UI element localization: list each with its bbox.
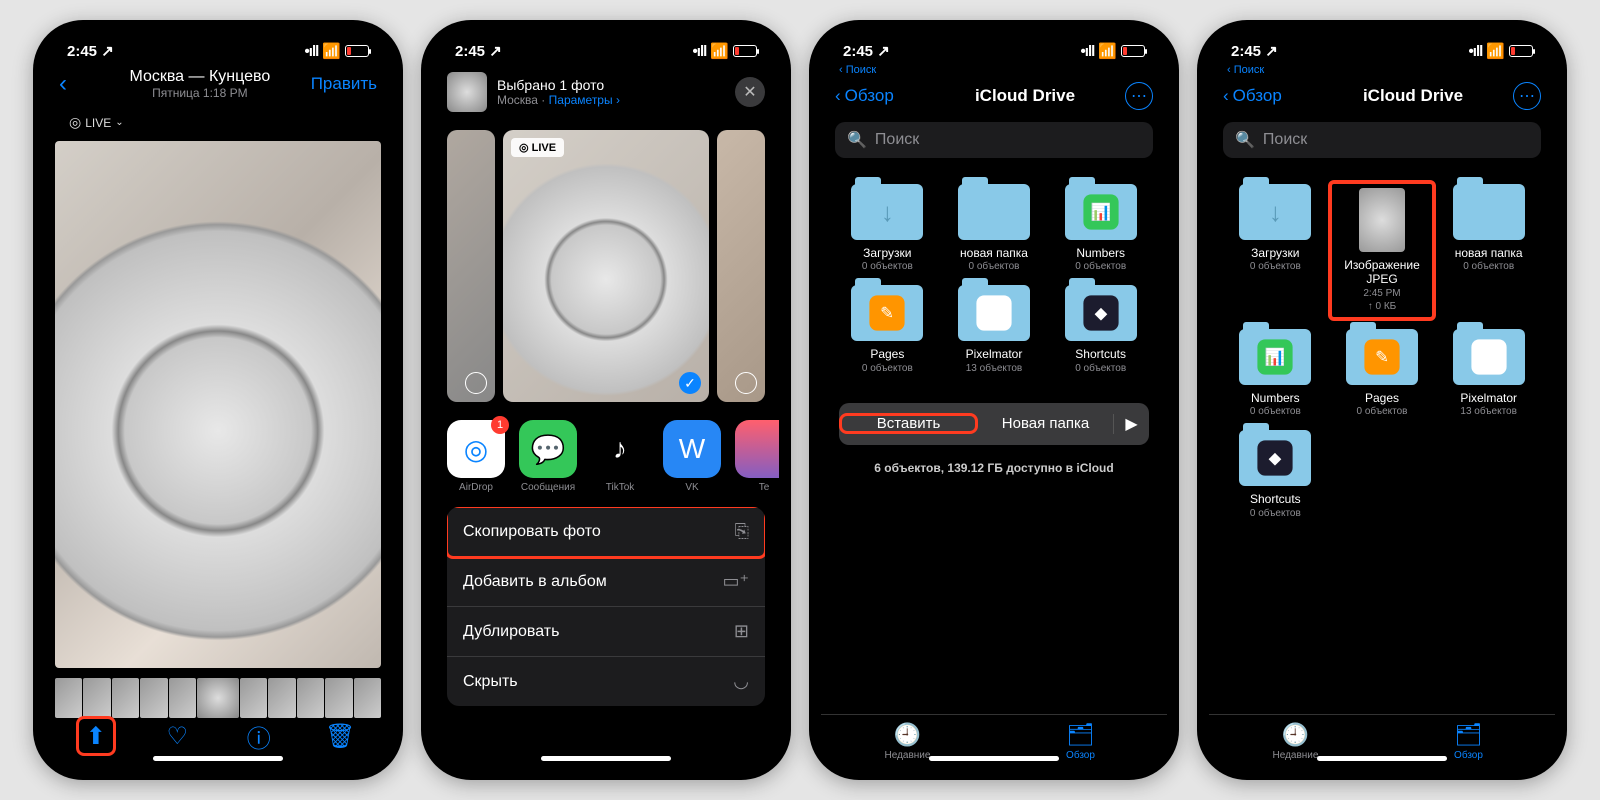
file-item[interactable]: новая папка0 объектов xyxy=(1438,184,1539,317)
close-icon[interactable]: ✕ xyxy=(735,77,765,107)
file-item[interactable]: ↓Загрузки0 объектов xyxy=(837,184,938,273)
share-app-tiktok[interactable]: ♪TikTok xyxy=(591,420,649,493)
back-chevron-icon[interactable]: ‹ xyxy=(59,70,89,98)
file-item[interactable]: Изображение JPEG2:45 PM↑ 0 КБ xyxy=(1332,184,1433,317)
paste-button[interactable]: Вставить xyxy=(841,415,976,432)
file-item[interactable]: 📊Numbers0 объектов xyxy=(1050,184,1151,273)
action-row[interactable]: Скрыть◡ xyxy=(447,657,765,706)
file-grid: ↓Загрузки0 объектовновая папка0 объектов… xyxy=(821,166,1167,393)
file-item[interactable]: 📊Numbers0 объектов xyxy=(1225,329,1326,418)
sheet-title: Выбрано 1 фото Москва · Параметры › xyxy=(497,77,725,107)
back-button[interactable]: ‹ Обзор xyxy=(1223,86,1313,106)
share-app-airdrop[interactable]: ◎1AirDrop xyxy=(447,420,505,493)
thumbnail-strip[interactable] xyxy=(55,678,381,718)
breadcrumb[interactable]: ‹ Поиск xyxy=(821,62,1167,78)
selected-check-icon[interactable]: ✓ xyxy=(679,372,701,394)
context-menu: Вставить Новая папка ▶ xyxy=(839,403,1149,445)
back-button[interactable]: ‹ Обзор xyxy=(835,86,925,106)
new-folder-button[interactable]: Новая папка xyxy=(978,415,1113,432)
page-title: iCloud Drive xyxy=(1313,86,1513,106)
live-badge: ◎ LIVE xyxy=(511,138,564,157)
file-item[interactable]: ◆Shortcuts0 объектов xyxy=(1050,285,1151,374)
file-item[interactable]: ◆Shortcuts0 объектов xyxy=(1225,430,1326,519)
share-apps-row: ◎1AirDrop💬Сообщения♪TikTokWVKTe xyxy=(433,410,779,497)
photo-preview[interactable] xyxy=(55,141,381,668)
share-app-vk[interactable]: WVK xyxy=(663,420,721,493)
info-icon[interactable]: ⓘ xyxy=(241,718,277,754)
phone-share-sheet: 2:45 ↗ 📶 Выбрано 1 фото Москва · Парамет… xyxy=(421,20,791,780)
file-item[interactable]: ✎Pages0 объектов xyxy=(1332,329,1433,418)
trash-icon[interactable]: 🗑 xyxy=(322,718,358,754)
page-title: Москва — Кунцево Пятница 1:18 PM xyxy=(89,68,311,100)
search-field[interactable]: 🔍 Поиск xyxy=(835,122,1153,158)
file-grid: ↓Загрузки0 объектовИзображение JPEG2:45 … xyxy=(1209,166,1555,714)
share-icon[interactable]: ⬆︎ xyxy=(78,718,114,754)
breadcrumb[interactable]: ‹ Поиск xyxy=(1209,62,1555,78)
live-badge[interactable]: LIVE ⌄ xyxy=(59,112,377,133)
more-icon[interactable]: ⋯ xyxy=(1125,82,1153,110)
favorite-icon[interactable]: ♡ xyxy=(159,718,195,754)
search-field[interactable]: 🔍 Поиск xyxy=(1223,122,1541,158)
phone-files-paste: 2:45 ↗ 📶 ‹ Поиск ‹ Обзор iCloud Drive ⋯ … xyxy=(809,20,1179,780)
action-row[interactable]: Добавить в альбом▭⁺ xyxy=(447,557,765,607)
action-row[interactable]: Скопировать фото⎘ xyxy=(447,507,765,557)
more-arrow-icon[interactable]: ▶ xyxy=(1113,414,1149,434)
selection-row[interactable]: ◎ LIVE ✓ xyxy=(433,122,779,410)
sheet-thumbnail xyxy=(447,72,487,112)
share-app-сообщения[interactable]: 💬Сообщения xyxy=(519,420,577,493)
share-app-te[interactable]: Te xyxy=(735,420,779,493)
select-circle[interactable] xyxy=(735,372,757,394)
file-item[interactable]: ↓Загрузки0 объектов xyxy=(1225,184,1326,317)
phone-files-result: 2:45 ↗ 📶 ‹ Поиск ‹ Обзор iCloud Drive ⋯ … xyxy=(1197,20,1567,780)
params-link[interactable]: Параметры › xyxy=(549,93,620,107)
file-item[interactable]: ◕Pixelmator13 объектов xyxy=(1438,329,1539,418)
select-circle[interactable] xyxy=(465,372,487,394)
actions-list: Скопировать фото⎘Добавить в альбом▭⁺Дубл… xyxy=(447,507,765,706)
edit-button[interactable]: Править xyxy=(311,74,377,94)
phone-photos-detail: 2:45 ↗ 📶 ‹ Москва — Кунцево Пятница 1:18… xyxy=(33,20,403,780)
action-row[interactable]: Дублировать⊞ xyxy=(447,607,765,657)
more-icon[interactable]: ⋯ xyxy=(1513,82,1541,110)
file-item[interactable]: ✎Pages0 объектов xyxy=(837,285,938,374)
file-item[interactable]: новая папка0 объектов xyxy=(944,184,1045,273)
storage-footer: 6 объектов, 139.12 ГБ доступно в iCloud xyxy=(821,455,1167,481)
page-title: iCloud Drive xyxy=(925,86,1125,106)
file-item[interactable]: ◕Pixelmator13 объектов xyxy=(944,285,1045,374)
